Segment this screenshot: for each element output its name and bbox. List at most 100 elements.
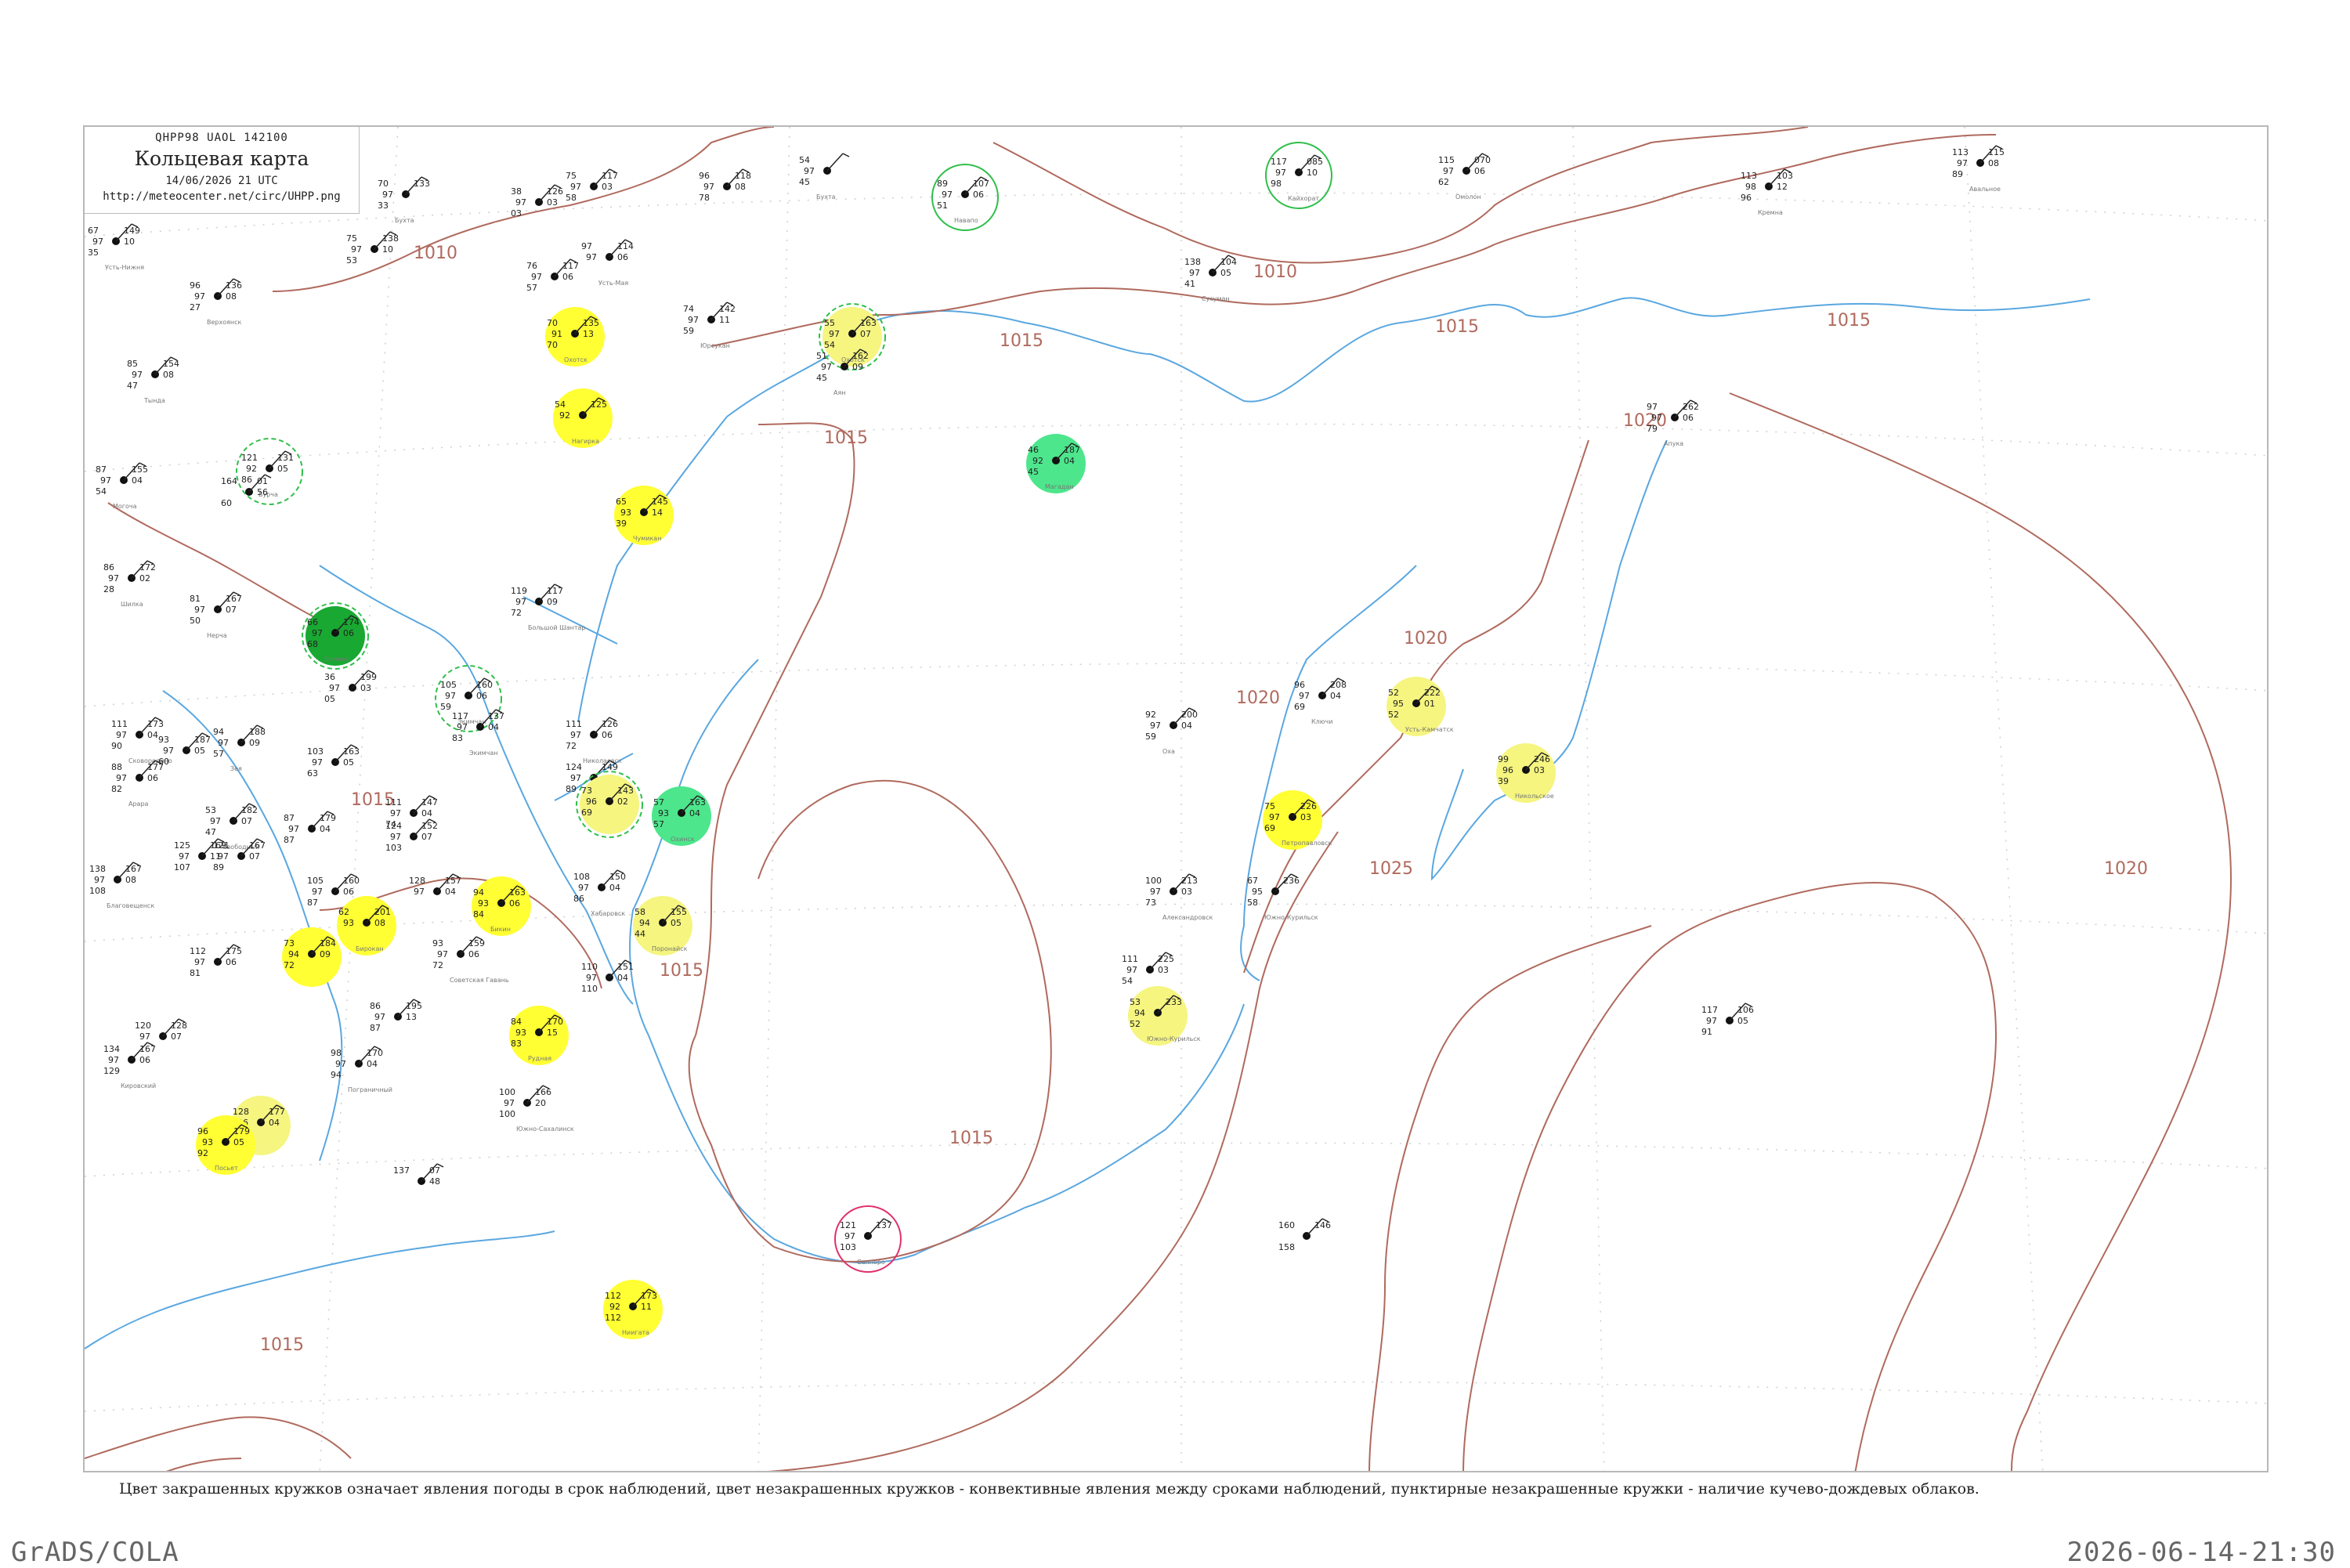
station-plot[interactable]: 5492 125 Нагирка: [553, 388, 613, 448]
station-plot[interactable]: 549745 Бухта: [799, 153, 850, 201]
station-plot[interactable]: 579357 16304 Охинск: [652, 786, 711, 846]
pressure-value: 177: [147, 762, 164, 772]
pressure-tendency-value: 97: [194, 605, 205, 615]
station-plot[interactable]: 969769 20804 Ключи: [1294, 677, 1347, 725]
station-plot[interactable]: 969778 11808: [699, 168, 751, 203]
station-plot[interactable]: 1139789 11508 Авальное: [1952, 145, 2005, 193]
station-plot[interactable]: 939772 15906 Советская Гавань: [432, 936, 509, 984]
station-plot[interactable]: 539452 233 Южно-Курильск: [1128, 986, 1201, 1046]
station-plot[interactable]: 469245 18704 Магадан: [1026, 434, 1086, 493]
pressure-change-value: 08: [163, 370, 174, 380]
station-plot[interactable]: 9797 11406 Усть-Мая: [581, 239, 634, 287]
station-plot[interactable]: 739472 18409: [282, 927, 342, 987]
station-plot[interactable]: 819750 16707 Нерча: [190, 591, 242, 639]
station-plot[interactable]: 969392 17905 Посьет: [196, 1115, 255, 1175]
station-plot[interactable]: 97977926206Апука: [1647, 399, 1699, 447]
pressure-tendency-value: 97: [132, 370, 143, 380]
station-plot[interactable]: 11292112 17311 Ниигата: [603, 1280, 663, 1339]
station-plot[interactable]: 759753 13810: [346, 231, 399, 266]
station-plot[interactable]: 769757 11706: [526, 258, 579, 293]
station-plot[interactable]: 12897 15704: [409, 873, 461, 897]
station-plot[interactable]: 759758 11703: [566, 168, 618, 203]
station-plot[interactable]: 709170 13513 Охотск: [545, 307, 605, 367]
station-plot[interactable]: 879787 17904: [284, 811, 336, 845]
station-plot[interactable]: 999639 24603 Никольское: [1496, 743, 1556, 803]
pressure-change-value: 04: [367, 1059, 378, 1069]
station-plot[interactable]: 659339 14514 Чумикан: [614, 486, 674, 545]
pressure-value: 117: [547, 586, 563, 596]
pressure-value: 213: [1181, 876, 1198, 886]
pressure-tendency-value: 91: [551, 329, 562, 339]
station-plot[interactable]: 93976018705: [158, 732, 211, 767]
station-plot[interactable]: 879754 15504 Могоча: [96, 462, 148, 510]
station-plot[interactable]: 160 158 146: [1278, 1218, 1331, 1252]
station-plot[interactable]: 889782 17706 Арара: [111, 760, 164, 807]
station-plot[interactable]: 759769 22603 Петропавловск: [1263, 790, 1332, 850]
station-plot[interactable]: 1179791 10605: [1701, 1003, 1754, 1037]
pressure-tendency-value: 97: [1275, 168, 1286, 178]
dewpoint-value: 54: [1122, 976, 1133, 986]
pressure-value: 07: [429, 1165, 440, 1176]
station-plot[interactable]: 369705 19903: [324, 670, 377, 704]
station-plot[interactable]: 929759 20004 Оха: [1145, 707, 1198, 755]
pressure-tendency-value: 97: [515, 197, 526, 208]
dewpoint-value: 98: [1271, 179, 1282, 189]
station-plot[interactable]: 989794 17004 Пограничный: [331, 1046, 392, 1093]
station-plot[interactable]: 13497129 16706 Кировский: [103, 1042, 156, 1089]
station-plot[interactable]: 679558 236 Южно-Курильск: [1247, 873, 1318, 921]
pressure-tendency-value: 97: [390, 832, 401, 842]
station-plot[interactable]: 1039763 16305: [307, 744, 360, 779]
station-plot[interactable]: 11097110 15104: [581, 959, 634, 994]
station-plot[interactable]: 12197103 137 Саппоро: [834, 1205, 902, 1273]
station-plot[interactable]: 849383 17015 Рудная: [509, 1006, 569, 1065]
pressure-tendency-value: 97: [218, 851, 229, 862]
pressure-tendency-value: 97: [92, 237, 103, 247]
station-plot[interactable]: 12497103 15207: [385, 818, 438, 853]
station-plot[interactable]: 13897108 16708 Благовещенск: [89, 862, 154, 909]
pressure-change-value: 06: [617, 252, 628, 262]
station-plot[interactable]: 10097100 16620 Южно-Сахалинск: [499, 1085, 574, 1133]
station-plot[interactable]: 38970312603: [511, 184, 563, 219]
software-label: GrADS/COLA: [11, 1537, 179, 1568]
station-plot[interactable]: 1119754 22503: [1122, 952, 1174, 986]
pressure-tendency-value: 97: [335, 1059, 346, 1069]
station-plot[interactable]: 869728 17202 Шилка: [103, 560, 156, 608]
pressure-value: 177: [269, 1107, 285, 1117]
station-plot[interactable]: 6293 20108 Бирокан: [337, 896, 396, 956]
station-plot[interactable]: 1159762 07006 Омолон: [1438, 153, 1491, 201]
pressure-tendency-value: 93: [202, 1137, 213, 1147]
pressure-value: 154: [163, 359, 179, 369]
station-plot[interactable]: 749759 14211 Юрсукан: [683, 302, 736, 349]
station-plot[interactable]: 137 0748: [393, 1163, 444, 1187]
station-name: Авальное: [1969, 186, 2001, 193]
station-plot[interactable]: 529552 22201 Усть-Камчатск: [1386, 677, 1454, 736]
station-plot[interactable]: 12097 12807: [135, 1018, 187, 1042]
map-canvas[interactable]: 1010 1010 1015 1015 1015 1015 1020 1020 …: [85, 127, 2269, 1472]
station-plot[interactable]: 859747 15408 Тында: [127, 356, 179, 404]
station-plot[interactable]: 1179798 08510 Кайхорат: [1265, 142, 1332, 209]
station-plot[interactable]: 1009773 21303 Александровск: [1145, 873, 1213, 921]
station-plot[interactable]: 669768 17406 Бомнак: [302, 602, 369, 670]
station-plot[interactable]: 739669 14302: [576, 771, 643, 838]
pressure-change-value: 05: [1220, 268, 1231, 278]
station-plot[interactable]: 949384 16306 Бикин: [472, 876, 531, 936]
map-header: QHPP98 UAOL 142100 Кольцевая карта 14/06…: [85, 127, 360, 214]
station-plot[interactable]: 949757 18809 Зея: [213, 724, 266, 772]
station-plot[interactable]: 1089786 15004 Хабаровск: [573, 869, 626, 917]
pressure-tendency-value: 97: [179, 851, 190, 862]
station-plot[interactable]: 709733 133 Бухта: [378, 176, 430, 224]
temperature-value: 111: [1122, 954, 1138, 964]
station-plot[interactable]: 899751 10706 Навапо: [931, 164, 999, 231]
station-plot[interactable]: 1139896 10312 Кремна: [1741, 168, 1793, 216]
station-plot[interactable]: 1129781 17506: [190, 944, 242, 978]
station-plot[interactable]: 111977212606Николаевск: [566, 717, 622, 764]
pressure-tendency-value: 97: [218, 738, 229, 748]
pressure-tendency-value: 93: [478, 898, 489, 909]
station-plot[interactable]: 589444 15505 Поронайск: [633, 896, 692, 956]
station-plot[interactable]: 869787 19513: [370, 999, 422, 1033]
station-plot[interactable]: 679735 14910 Усть-Нижня: [88, 223, 144, 271]
pressure-value: 117: [602, 171, 618, 181]
station-plot[interactable]: 1199772 11709 Большой Шантар: [511, 583, 586, 631]
map-url[interactable]: http://meteocenter.net/circ/UHPP.png: [85, 190, 359, 203]
station-plot[interactable]: 969727 13608 Верхоянск: [190, 278, 242, 326]
